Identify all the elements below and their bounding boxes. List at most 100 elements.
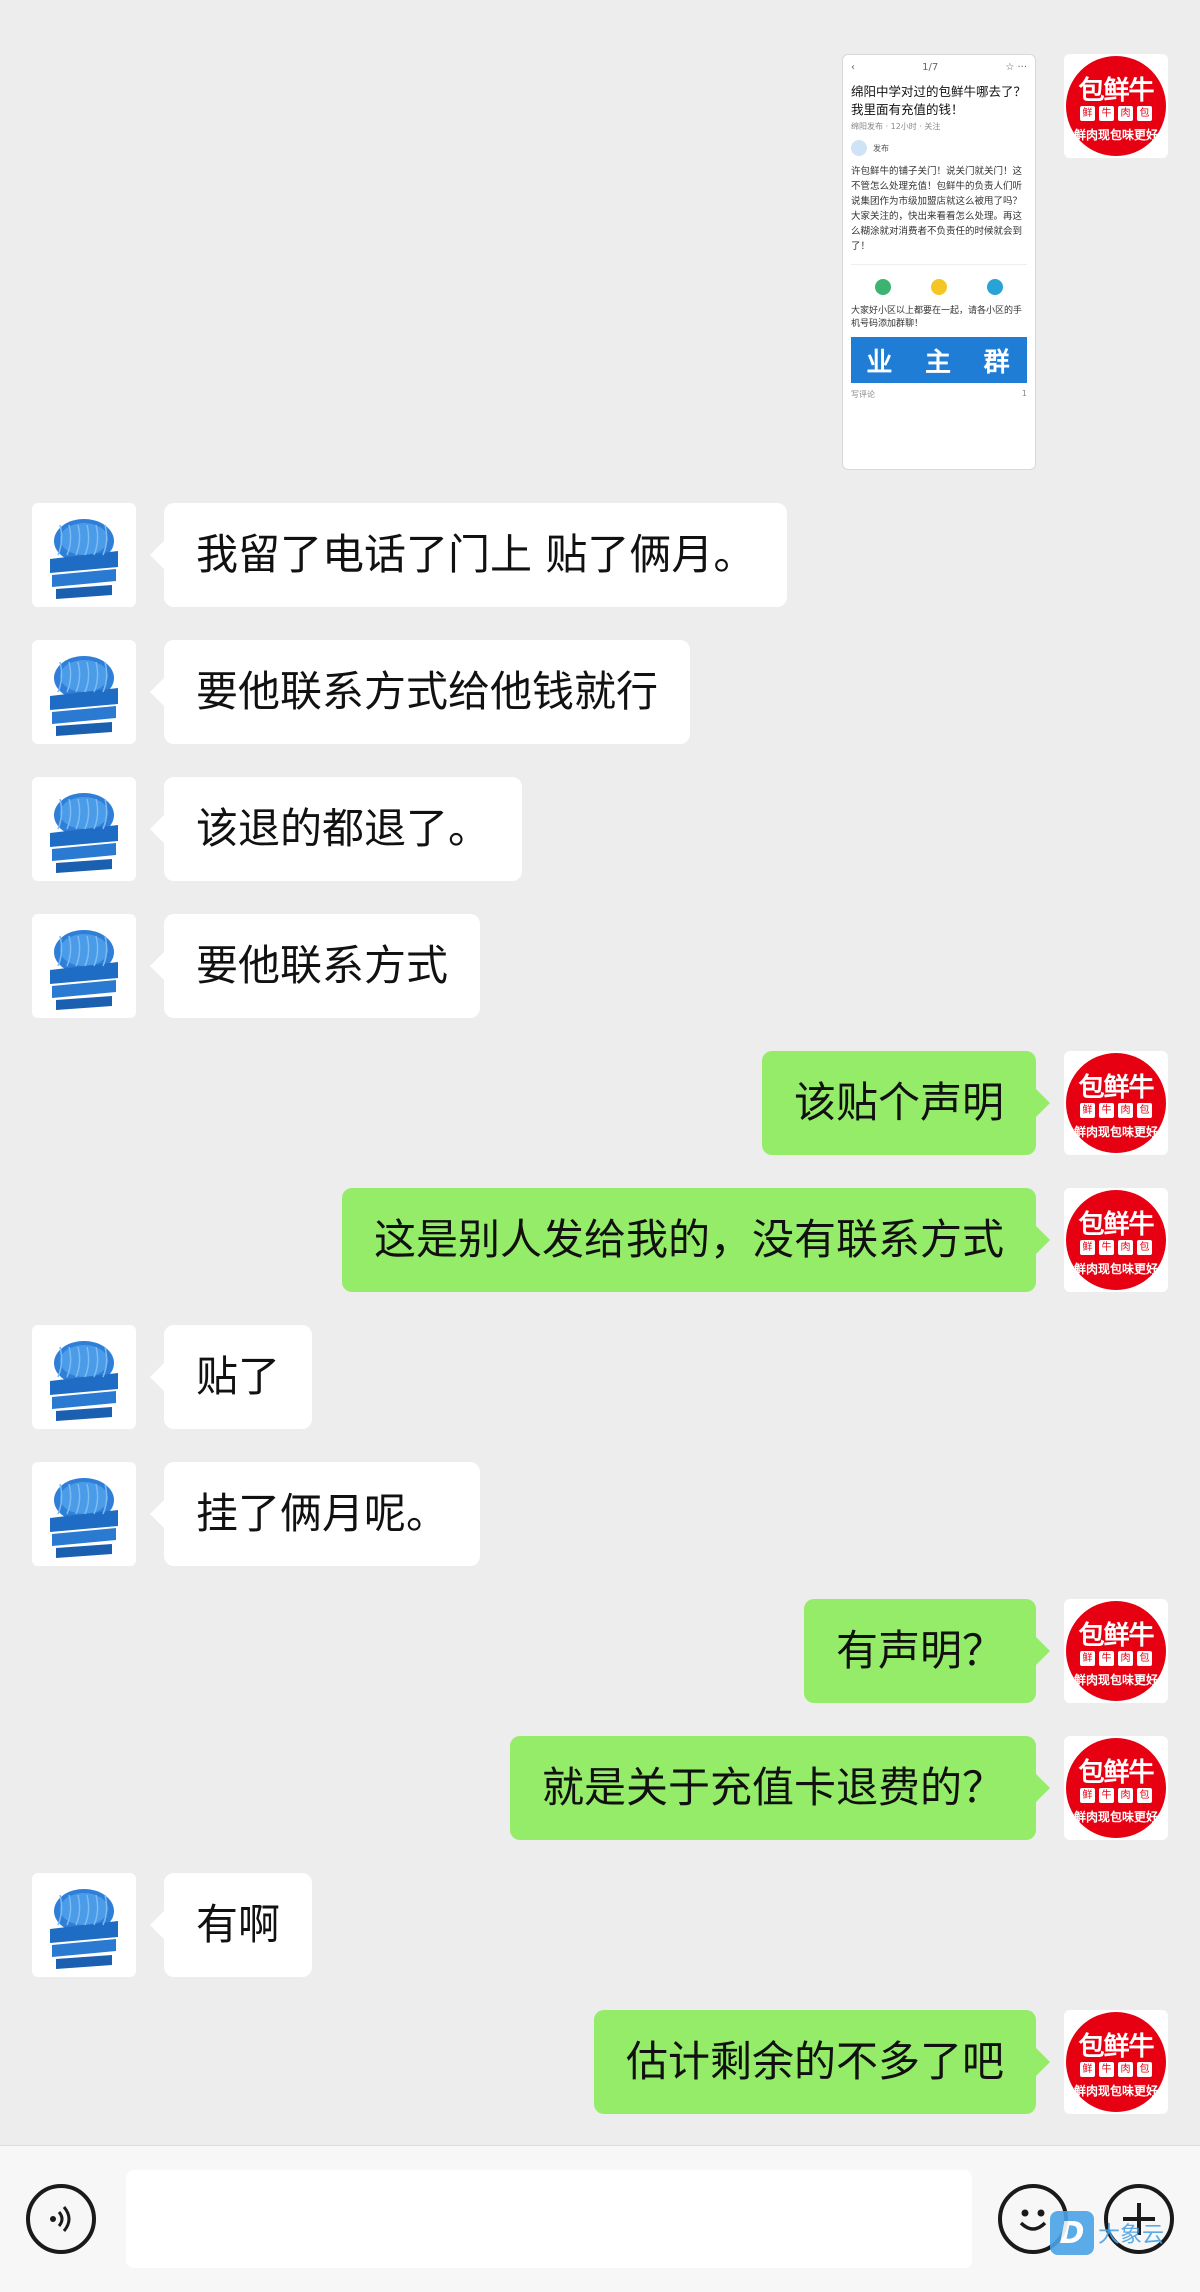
avatar[interactable] [32, 914, 136, 1018]
incoming-message: 要他联系方式给他钱就行 [0, 640, 1200, 744]
brand-tag: 牛 [1099, 1651, 1114, 1666]
incoming-message: 有啊 [0, 1873, 1200, 1977]
message-bubble[interactable]: 有啊 [149, 1873, 313, 1977]
card-body: 许包鲜牛的铺子关门！说关门就关门！这不管怎么处理充值！包鲜牛的负责人们听说集团作… [851, 166, 1023, 252]
brand-tag: 鲜 [1080, 1788, 1095, 1803]
card-topbar: ‹ 1/7 ☆ ··· [843, 55, 1035, 79]
avatar[interactable]: 包鲜牛鲜牛肉包鲜肉现包味更好 [1064, 1188, 1168, 1292]
avatar[interactable] [32, 1462, 136, 1566]
watermark: D 大象云 [1050, 2211, 1164, 2255]
brand-logo: 包鲜牛鲜牛肉包鲜肉现包味更好 [1064, 1599, 1168, 1703]
brand-tag: 包 [1137, 1103, 1152, 1118]
author-avatar [851, 140, 867, 156]
hairnet-avatar-icon [50, 656, 118, 736]
avatar[interactable] [32, 1873, 136, 1977]
brand-tag: 肉 [1118, 106, 1133, 121]
brand-tag: 肉 [1118, 1788, 1133, 1803]
message-bubble[interactable]: 就是关于充值卡退费的？ [509, 1736, 1051, 1840]
message-bubble[interactable]: 该退的都退了。 [149, 777, 523, 881]
card-author: 发布 [843, 134, 1035, 162]
avatar[interactable]: 包鲜牛鲜牛肉包鲜肉现包味更好 [1064, 1599, 1168, 1703]
incoming-message: 贴了 [0, 1325, 1200, 1429]
wechat-icon [875, 279, 891, 295]
message-bubble[interactable]: 估计剩余的不多了吧 [593, 2010, 1051, 2114]
favorite-icon [987, 279, 1003, 295]
avatar[interactable]: 包鲜牛鲜牛肉包鲜肉现包味更好 [1064, 2010, 1168, 2114]
brand-tag: 鲜 [1080, 1103, 1095, 1118]
brand-tag: 肉 [1118, 1651, 1133, 1666]
brand-slogan: 鲜肉现包味更好 [1073, 1673, 1158, 1687]
chat-area[interactable]: ‹ 1/7 ☆ ··· 绵阳中学对过的包鲜牛哪去了？我里面有充值的钱！ 绵阳发布… [0, 0, 1200, 2145]
avatar[interactable]: 包鲜牛 鲜 牛 肉 包 鲜肉现包味更好 [1064, 54, 1168, 158]
shared-article-card[interactable]: ‹ 1/7 ☆ ··· 绵阳中学对过的包鲜牛哪去了？我里面有充值的钱！ 绵阳发布… [842, 54, 1036, 470]
card-promo: 大家好小区以上都要在一起，请各小区的手机号码添加群聊！ [851, 306, 1023, 329]
brand-logo: 包鲜牛鲜牛肉包鲜肉现包味更好 [1064, 1736, 1168, 1840]
brand-logo: 包鲜牛鲜牛肉包鲜肉现包味更好 [1064, 2010, 1168, 2114]
brand-tag: 包 [1137, 2062, 1152, 2077]
outgoing-message: 包鲜牛鲜牛肉包鲜肉现包味更好 就是关于充值卡退费的？ [0, 1736, 1200, 1840]
incoming-message: 挂了俩月呢。 [0, 1462, 1200, 1566]
voice-button[interactable] [26, 2184, 96, 2254]
brand-tag: 鲜 [1080, 106, 1095, 121]
hairnet-avatar-icon [50, 930, 118, 1010]
incoming-message: 我留了电话了门上 贴了俩月。 [0, 503, 1200, 607]
outgoing-message: 包鲜牛鲜牛肉包鲜肉现包味更好 估计剩余的不多了吧 [0, 2010, 1200, 2114]
voice-icon [50, 2206, 71, 2232]
avatar[interactable] [32, 640, 136, 744]
watermark-text: 大象云 [1098, 2223, 1165, 2248]
hairnet-avatar-icon [50, 1889, 118, 1969]
message-bubble[interactable]: 有声明？ [803, 1599, 1051, 1703]
author-name: 发布 [873, 143, 889, 153]
card-banner: 业 主 群 [851, 337, 1027, 383]
message-bubble[interactable]: 贴了 [149, 1325, 313, 1429]
brand-name: 包鲜牛 [1078, 1210, 1154, 1240]
card-meta: 绵阳发布 · 12小时 · 关注 [851, 122, 941, 131]
brand-tag: 牛 [1099, 106, 1114, 121]
outgoing-message: 包鲜牛鲜牛肉包鲜肉现包味更好 有声明？ [0, 1599, 1200, 1703]
brand-slogan: 鲜肉现包味更好 [1073, 1125, 1158, 1139]
brand-tag: 鲜 [1080, 1651, 1095, 1666]
brand-tag: 鲜 [1080, 1240, 1095, 1255]
avatar[interactable] [32, 777, 136, 881]
brand-slogan: 鲜肉现包味更好 [1073, 1810, 1158, 1824]
like-count: 1 [1021, 389, 1027, 398]
comment-label: 写评论 [851, 390, 875, 399]
card-footer: 写评论 1 [843, 385, 1035, 404]
brand-slogan: 鲜肉现包味更好 [1073, 128, 1158, 142]
avatar[interactable]: 包鲜牛鲜牛肉包鲜肉现包味更好 [1064, 1051, 1168, 1155]
brand-tag: 包 [1137, 1240, 1152, 1255]
brand-name: 包鲜牛 [1078, 1073, 1154, 1103]
brand-logo: 包鲜牛鲜牛肉包鲜肉现包味更好 [1064, 1188, 1168, 1292]
message-bubble[interactable]: 这是别人发给我的，没有联系方式 [341, 1188, 1051, 1292]
avatar[interactable]: 包鲜牛鲜牛肉包鲜肉现包味更好 [1064, 1736, 1168, 1840]
card-pager: 1/7 [922, 61, 939, 73]
hairnet-avatar-icon [50, 793, 118, 873]
message-bubble[interactable]: 要他联系方式给他钱就行 [149, 640, 691, 744]
outgoing-message: 包鲜牛鲜牛肉包鲜肉现包味更好 该贴个声明 [0, 1051, 1200, 1155]
brand-logo: 包鲜牛 鲜 牛 肉 包 鲜肉现包味更好 [1064, 54, 1168, 158]
watermark-logo: D [1050, 2211, 1094, 2255]
outgoing-message: 包鲜牛鲜牛肉包鲜肉现包味更好 这是别人发给我的，没有联系方式 [0, 1188, 1200, 1292]
message-bubble[interactable]: 要他联系方式 [149, 914, 481, 1018]
brand-tag: 牛 [1099, 1240, 1114, 1255]
brand-slogan: 鲜肉现包味更好 [1073, 2084, 1158, 2098]
brand-tag: 肉 [1118, 2062, 1133, 2077]
message-bubble[interactable]: 该贴个声明 [761, 1051, 1051, 1155]
message-bubble[interactable]: 我留了电话了门上 贴了俩月。 [149, 503, 788, 607]
message-bubble[interactable]: 挂了俩月呢。 [149, 1462, 481, 1566]
brand-tag: 肉 [1118, 1103, 1133, 1118]
brand-tag: 牛 [1099, 1103, 1114, 1118]
hairnet-avatar-icon [50, 519, 118, 599]
incoming-message: 要他联系方式 [0, 914, 1200, 1018]
moments-icon [931, 279, 947, 295]
card-title: 绵阳中学对过的包鲜牛哪去了？我里面有充值的钱！ [851, 84, 1027, 117]
brand-tag: 包 [1137, 1788, 1152, 1803]
avatar[interactable] [32, 1325, 136, 1429]
brand-tag: 肉 [1118, 1240, 1133, 1255]
more-icon: ☆ ··· [1005, 61, 1027, 73]
message-input[interactable] [126, 2170, 972, 2268]
brand-name: 包鲜牛 [1078, 1621, 1154, 1651]
divider [851, 264, 1027, 265]
brand-tag: 包 [1137, 106, 1152, 121]
avatar[interactable] [32, 503, 136, 607]
